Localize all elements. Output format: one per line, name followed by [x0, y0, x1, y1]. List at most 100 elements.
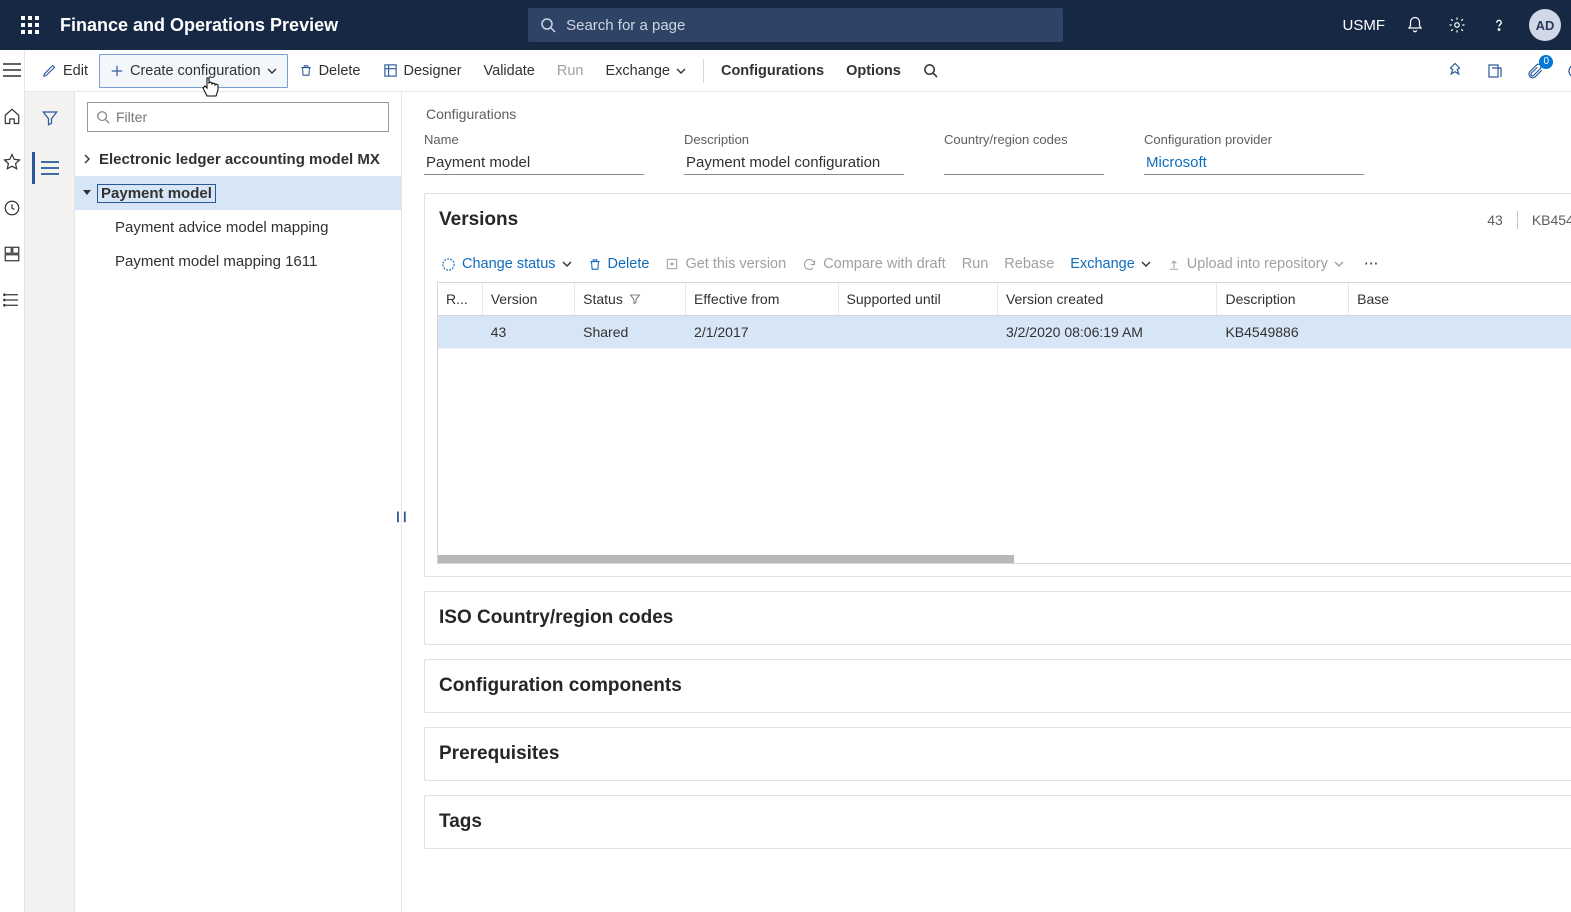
funnel-icon	[629, 293, 641, 305]
delete-button[interactable]: Delete	[288, 54, 372, 88]
chevron-down-icon	[562, 259, 572, 269]
field-value-link[interactable]: Microsoft	[1144, 151, 1364, 175]
status-icon	[441, 257, 456, 272]
col-r[interactable]: R...	[438, 283, 482, 316]
col-supported[interactable]: Supported until	[838, 283, 997, 316]
exchange-button[interactable]: Exchange	[594, 54, 697, 88]
home-icon[interactable]	[0, 104, 24, 128]
field-value[interactable]	[944, 151, 1104, 175]
col-status[interactable]: Status	[575, 283, 686, 316]
delete-label: Delete	[319, 63, 361, 79]
create-configuration-button[interactable]: Create configuration	[99, 54, 288, 88]
validate-button[interactable]: Validate	[473, 54, 546, 88]
trash-icon	[299, 63, 313, 78]
avatar[interactable]: AD	[1529, 9, 1561, 41]
field-value[interactable]: Payment model	[424, 151, 644, 175]
cell-status: Shared	[575, 316, 686, 349]
config-tree: Electronic ledger accounting model MX Pa…	[75, 138, 401, 282]
plus-icon	[110, 64, 124, 78]
more-icon[interactable]: ⋯	[1360, 256, 1383, 272]
versions-header[interactable]: Versions 43 KB4549886	[425, 194, 1571, 246]
edit-label: Edit	[63, 63, 88, 79]
iso-header[interactable]: ISO Country/region codes	[425, 592, 1571, 644]
trash-icon	[588, 257, 602, 272]
tree-node-label: Payment model mapping 1611	[113, 253, 319, 270]
global-search-input[interactable]	[566, 17, 1051, 34]
app-title: Finance and Operations Preview	[60, 15, 338, 36]
cell-supported	[838, 316, 997, 349]
field-value[interactable]: Payment model configuration	[684, 151, 904, 175]
upload-repo-button: Upload into repository	[1167, 256, 1344, 272]
chevron-down-icon	[1141, 259, 1151, 269]
tree-node[interactable]: Electronic ledger accounting model MX	[75, 142, 401, 176]
cell-r	[438, 316, 482, 349]
tags-header[interactable]: Tags	[425, 796, 1571, 848]
search-icon	[96, 110, 110, 124]
tags-section: Tags	[424, 795, 1571, 849]
tree-filter-input[interactable]	[116, 109, 380, 125]
version-delete-button[interactable]: Delete	[588, 256, 650, 272]
pin-icon[interactable]	[1442, 58, 1468, 84]
versions-grid[interactable]: R... Version Status Effective from Suppo…	[437, 282, 1571, 564]
download-box-icon	[665, 257, 679, 271]
field-label: Country/region codes	[944, 132, 1104, 147]
find-button[interactable]	[912, 54, 949, 88]
open-new-icon[interactable]	[1482, 58, 1508, 84]
bell-icon[interactable]	[1403, 13, 1427, 37]
funnel-icon[interactable]	[34, 102, 66, 134]
version-exchange-button[interactable]: Exchange	[1070, 256, 1151, 272]
help-icon[interactable]	[1487, 13, 1511, 37]
table-row[interactable]: 43 Shared 2/1/2017 3/2/2020 08:06:19 AM …	[438, 316, 1571, 349]
field-label: Description	[684, 132, 904, 147]
configurations-label: Configurations	[721, 63, 824, 79]
compare-draft-button: Compare with draft	[802, 256, 946, 272]
run-button: Run	[546, 54, 595, 88]
create-label: Create configuration	[130, 63, 261, 79]
section-title: Versions	[439, 209, 518, 231]
designer-button[interactable]: Designer	[372, 54, 473, 88]
field-name: Name Payment model	[424, 132, 644, 175]
workspace-icon[interactable]	[0, 242, 24, 266]
hamburger-icon[interactable]	[0, 58, 24, 82]
global-search[interactable]	[528, 8, 1063, 42]
tree-filter[interactable]	[87, 102, 389, 132]
get-version-button: Get this version	[665, 256, 786, 272]
prereq-header[interactable]: Prerequisites	[425, 728, 1571, 780]
cell-created: 3/2/2020 08:06:19 AM	[997, 316, 1217, 349]
company-picker[interactable]: USMF	[1343, 17, 1386, 34]
section-title: ISO Country/region codes	[439, 607, 673, 629]
attachments-icon[interactable]: 0	[1522, 58, 1548, 84]
col-effective[interactable]: Effective from	[686, 283, 838, 316]
gear-icon[interactable]	[1445, 13, 1469, 37]
tree-node[interactable]: Payment model mapping 1611	[75, 244, 401, 278]
cell-effective: 2/1/2017	[686, 316, 838, 349]
prereq-section: Prerequisites	[424, 727, 1571, 781]
tree-node-selected[interactable]: Payment model	[75, 176, 401, 210]
versions-summary-kb: KB4549886	[1532, 212, 1571, 228]
star-icon[interactable]	[0, 150, 24, 174]
col-desc[interactable]: Description	[1217, 283, 1349, 316]
compare-icon	[802, 257, 817, 272]
list-view-icon[interactable]	[32, 152, 64, 184]
section-title: Prerequisites	[439, 743, 559, 765]
waffle-icon[interactable]	[10, 16, 50, 34]
tree-node[interactable]: Payment advice model mapping	[75, 210, 401, 244]
refresh-icon[interactable]	[1562, 58, 1571, 84]
components-header[interactable]: Configuration components	[425, 660, 1571, 712]
components-section: Configuration components	[424, 659, 1571, 713]
modules-icon[interactable]	[0, 288, 24, 312]
col-version[interactable]: Version	[482, 283, 574, 316]
edit-button[interactable]: Edit	[31, 54, 99, 88]
col-created[interactable]: Version created	[997, 283, 1217, 316]
change-status-button[interactable]: Change status	[441, 256, 572, 272]
recent-icon[interactable]	[0, 196, 24, 220]
versions-section: Versions 43 KB4549886 Change stat	[424, 193, 1571, 577]
chevron-down-icon	[1334, 259, 1344, 269]
field-provider: Configuration provider Microsoft	[1144, 132, 1364, 175]
options-label: Options	[846, 63, 901, 79]
configurations-tab[interactable]: Configurations	[710, 54, 835, 88]
col-base[interactable]: Base	[1349, 283, 1571, 316]
horizontal-scrollbar[interactable]	[438, 555, 1014, 563]
options-tab[interactable]: Options	[835, 54, 912, 88]
divider	[1517, 211, 1518, 229]
